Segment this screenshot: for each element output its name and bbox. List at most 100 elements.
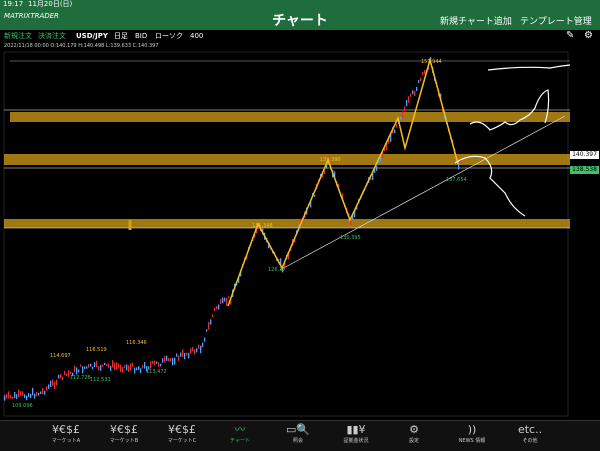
- tab-inquiry[interactable]: ▭🔍 照会: [270, 423, 326, 444]
- candle: [90, 363, 92, 367]
- candle: [132, 362, 134, 367]
- candle: [52, 379, 54, 386]
- candle: [126, 364, 128, 371]
- new-order-button[interactable]: 新規注文: [4, 30, 32, 42]
- candles: [4, 57, 462, 401]
- candle: [424, 69, 426, 75]
- tab-bar: ¥€$£ マーケットA ¥€$£ マーケットB ¥€$£ マーケットC 〰チャート ▭…: [0, 420, 600, 451]
- candle: [50, 380, 52, 388]
- candle: [198, 344, 200, 349]
- margin-icon: ▮▮¥: [346, 423, 366, 436]
- chart-frame: [3, 51, 569, 417]
- news-icon: )): [467, 423, 477, 436]
- tab-settings[interactable]: ⚙ 設定: [386, 423, 442, 444]
- tab-etc[interactable]: etc.. その他: [502, 423, 558, 444]
- app-header: MATRIXTRADER チャート 新規チャート追加 テンプレート管理: [0, 9, 600, 30]
- tab-margin[interactable]: ▮▮¥ 証拠金状況: [328, 423, 384, 444]
- drawing-down: [454, 155, 526, 217]
- candle: [120, 364, 122, 373]
- candle: [70, 371, 72, 375]
- side-selector[interactable]: BID: [135, 30, 147, 42]
- candle: [28, 392, 30, 397]
- tab-chart[interactable]: 〰チャート: [212, 423, 268, 444]
- label-high-3: 131.348: [252, 223, 273, 229]
- candle: [152, 360, 154, 364]
- candle: [162, 358, 164, 363]
- candle: [78, 369, 80, 373]
- zigzag-line: [227, 57, 459, 307]
- candle: [16, 394, 18, 400]
- pencil-icon[interactable]: ✎: [566, 30, 574, 42]
- tab-market-c[interactable]: ¥€$£ マーケットC: [154, 423, 210, 444]
- label-low-3: 126.37: [268, 267, 286, 273]
- label-high-2: 139.390: [320, 157, 341, 163]
- candle: [206, 329, 208, 332]
- candle: [30, 393, 32, 399]
- candle: [110, 365, 112, 372]
- candle: [76, 367, 78, 375]
- period-selector[interactable]: 日足: [114, 30, 128, 42]
- candle: [406, 99, 408, 107]
- bar-count-selector[interactable]: 400: [190, 30, 203, 42]
- candle: [86, 366, 88, 369]
- candle: [22, 391, 24, 396]
- candle: [34, 393, 36, 399]
- add-chart-button[interactable]: 新規チャート追加: [440, 14, 512, 27]
- candle: [18, 389, 20, 398]
- drawing-top: [487, 64, 571, 71]
- candle: [216, 306, 218, 310]
- candle: [402, 111, 404, 119]
- label-high-4: 116.346: [126, 340, 147, 346]
- candle: [194, 349, 196, 355]
- settle-order-button[interactable]: 決済注文: [38, 30, 66, 42]
- template-button[interactable]: テンプレート管理: [520, 14, 592, 27]
- candle: [114, 362, 116, 370]
- candle: [104, 362, 106, 366]
- candle: [44, 390, 46, 395]
- candle: [102, 364, 104, 367]
- candle: [160, 363, 162, 367]
- more-icon: etc..: [517, 423, 543, 436]
- candle: [410, 93, 412, 97]
- price-chart[interactable]: 151.944 139.390 131.348 116.346 114.697 …: [0, 48, 600, 420]
- candle: [116, 362, 118, 371]
- candle: [4, 395, 6, 401]
- candle: [166, 355, 168, 361]
- candle: [188, 352, 190, 359]
- trend-line: [279, 115, 566, 271]
- candle: [32, 387, 34, 396]
- candle: [156, 361, 158, 364]
- candle: [6, 393, 8, 399]
- candle: [36, 391, 38, 397]
- candle: [26, 395, 28, 401]
- candle: [48, 384, 50, 390]
- tab-news[interactable]: )) NEWS 情報: [444, 423, 500, 444]
- candle: [134, 367, 136, 374]
- candle: [204, 337, 206, 342]
- candle: [130, 363, 132, 371]
- chart-type-selector[interactable]: ローソク: [155, 30, 183, 42]
- candle: [192, 346, 194, 352]
- line-price-label: 138.538: [570, 166, 599, 174]
- candle: [220, 299, 222, 305]
- candle: [214, 307, 216, 312]
- candle: [24, 394, 26, 399]
- status-time: 19:17: [3, 0, 24, 8]
- candle: [182, 349, 184, 357]
- label-high-1: 151.944: [421, 59, 442, 65]
- tab-market-b[interactable]: ¥€$£ マーケットB: [96, 423, 152, 444]
- candle: [412, 90, 414, 95]
- pair-selector[interactable]: USD/JPY: [76, 30, 108, 42]
- label-high-5: 114.697: [50, 353, 71, 359]
- candle: [202, 342, 204, 348]
- candle: [150, 361, 152, 369]
- candle: [56, 379, 58, 386]
- candle: [174, 357, 176, 365]
- candle: [414, 90, 416, 97]
- gear-icon[interactable]: ⚙: [584, 30, 593, 42]
- candle: [168, 357, 170, 362]
- candle: [210, 319, 212, 325]
- tab-market-a[interactable]: ¥€$£ マーケットA: [38, 423, 94, 444]
- candle: [394, 129, 396, 134]
- candle: [54, 381, 56, 390]
